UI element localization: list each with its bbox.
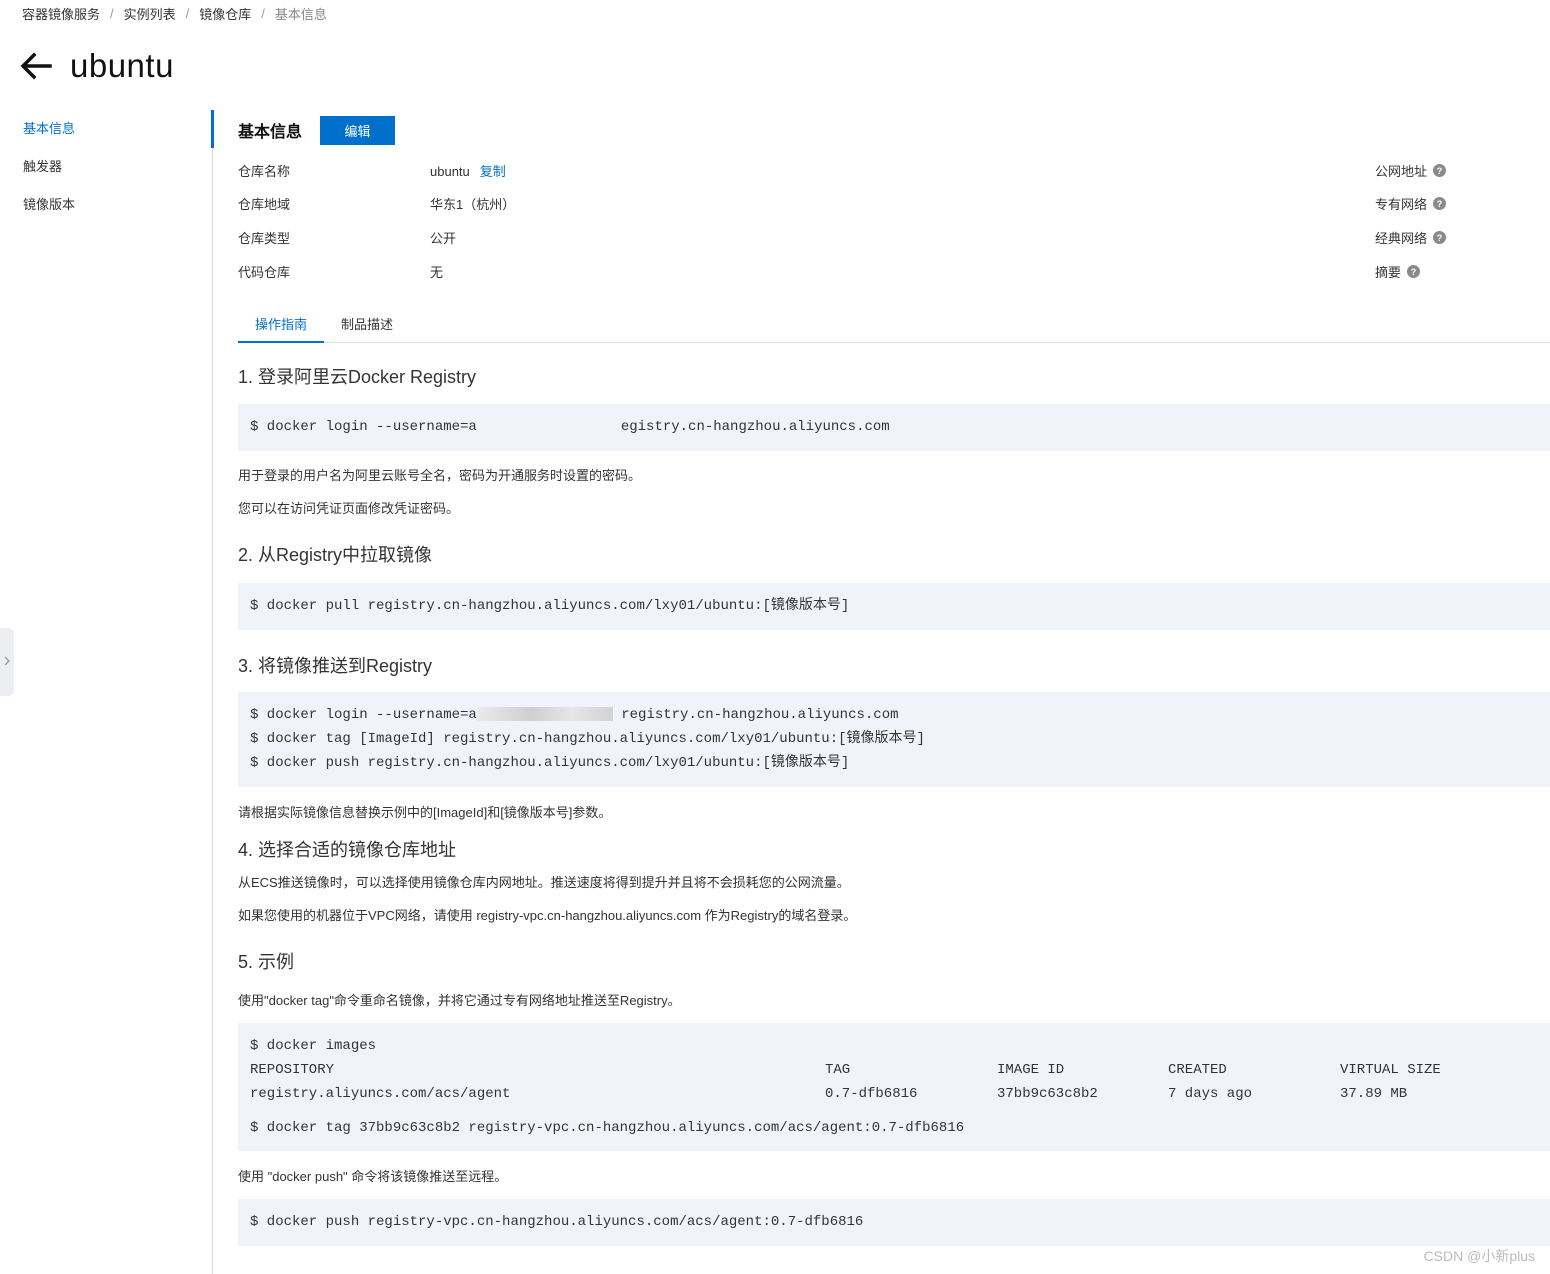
code-line: $ docker push registry.cn-hangzhou.aliyu… (250, 755, 850, 771)
table-cell: 37.89 MB (1340, 1086, 1408, 1102)
field-label: 仓库名称 (238, 164, 291, 179)
tab-operation-guide[interactable]: 操作指南 (238, 314, 324, 343)
table-cell: registry.aliyuncs.com/acs/agent (250, 1086, 511, 1102)
code-line: $ docker tag [ImageId] registry.cn-hangz… (250, 731, 925, 747)
paragraph: 使用"docker tag"命令重命名镜像，并将它通过专有网络地址推送至Regi… (238, 993, 681, 1008)
breadcrumb-item[interactable]: 镜像仓库 (199, 4, 251, 23)
redacted-blur (476, 707, 613, 722)
paragraph: 从ECS推送镜像时，可以选择使用镜像仓库内网地址。推送速度将得到提升并且将不会损… (238, 875, 850, 890)
column-header: VIRTUAL SIZE (1340, 1062, 1441, 1078)
sidebar-collapse-toggle[interactable] (0, 628, 14, 696)
table-cell: 7 days ago (1168, 1086, 1253, 1102)
code-text: $ docker login --username=a (250, 419, 477, 435)
page-header: ubuntu (20, 46, 174, 86)
vpc-label: 专有网络? (1375, 194, 1447, 213)
right-label-text: 专有网络 (1375, 197, 1428, 212)
breadcrumb-separator: / (261, 6, 265, 21)
field-label: 代码仓库 (238, 265, 291, 280)
breadcrumb-separator: / (185, 6, 190, 21)
breadcrumb-separator: / (110, 6, 114, 21)
right-label-text: 摘要 (1375, 265, 1402, 280)
code-line: $ docker login --username=a registry.cn-… (250, 703, 1538, 727)
paragraph: 使用 "docker push" 命令将该镜像推送至远程。 (238, 1169, 508, 1184)
right-label-text: 经典网络 (1375, 231, 1428, 246)
watermark: CSDN @小新plus (1423, 1248, 1535, 1264)
main-content: 基本信息 编辑 仓库名称 ubuntu 复制 公网地址? 仓库地域 华东1（杭州）… (238, 110, 1550, 343)
sidebar-item-image-versions[interactable]: 镜像版本 (0, 186, 213, 224)
breadcrumb-current: 基本信息 (274, 7, 327, 22)
sidebar-divider (212, 110, 213, 1274)
breadcrumb: 容器镜像服务 / 实例列表 / 镜像仓库 / 基本信息 (22, 4, 327, 23)
digest-label: 摘要? (1375, 262, 1421, 281)
step-heading: 1. 登录阿里云Docker Registry (238, 367, 477, 387)
classic-network-label: 经典网络? (1375, 228, 1447, 247)
basic-info-header: 基本信息 编辑 (238, 110, 1550, 150)
column-header: CREATED (1168, 1062, 1227, 1078)
sidebar-active-indicator (211, 110, 214, 148)
help-icon[interactable]: ? (1407, 265, 1421, 278)
code-block[interactable]: $ docker login --username=a registry.cn-… (238, 692, 1550, 787)
field-value: 公开 (430, 231, 457, 246)
table-row: registry.aliyuncs.com/acs/agent 0.7-dfb6… (250, 1082, 1538, 1106)
paragraph: 用于登录的用户名为阿里云账号全名，密码为开通服务时设置的密码。 (238, 468, 642, 483)
table-cell: 0.7-dfb6816 (825, 1086, 918, 1102)
code-text: $ docker login --username=a (250, 707, 477, 723)
field-label: 仓库类型 (238, 231, 291, 246)
basic-info-fields: 仓库名称 ubuntu 复制 公网地址? 仓库地域 华东1（杭州） 专有网络? 仓… (238, 150, 1550, 290)
section-title: 基本信息 (238, 124, 303, 141)
tab-product-description[interactable]: 制品描述 (324, 314, 410, 341)
paragraph: 请根据实际镜像信息替换示例中的[ImageId]和[镜像版本号]参数。 (238, 805, 612, 820)
field-value: ubuntu 复制 (430, 161, 506, 180)
step-heading: 5. 示例 (238, 952, 295, 972)
step-heading: 4. 选择合适的镜像仓库地址 (238, 840, 457, 860)
side-nav: 基本信息 触发器 镜像版本 (0, 110, 213, 224)
public-address-label: 公网地址? (1375, 161, 1447, 180)
tab-bar: 操作指南 制品描述 (238, 314, 1550, 343)
breadcrumb-item[interactable]: 实例列表 (124, 4, 176, 23)
code-line: $ docker login --username=a egistry.cn-ha… (250, 415, 1538, 439)
code-line: $ docker images (250, 1038, 377, 1054)
code-line: $ docker pull registry.cn-hangzhou.aliyu… (250, 598, 850, 614)
table-header-row: REPOSITORY TAG IMAGE ID CREATED VIRTUAL … (250, 1058, 1538, 1082)
step-heading: 3. 将镜像推送到Registry (238, 656, 433, 676)
repo-name-value: ubuntu (430, 164, 470, 179)
code-block[interactable]: $ docker images REPOSITORY TAG IMAGE ID … (238, 1023, 1550, 1151)
sidebar-item-basic-info[interactable]: 基本信息 (0, 110, 213, 148)
code-block[interactable]: $ docker push registry-vpc.cn-hangzhou.a… (238, 1199, 1550, 1246)
code-text: registry.cn-hangzhou.aliyuncs.com (621, 707, 899, 723)
code-block[interactable]: $ docker login --username=a egistry.cn-ha… (238, 404, 1550, 451)
help-icon[interactable]: ? (1433, 231, 1447, 244)
chevron-right-icon (3, 655, 11, 670)
table-cell: 37bb9c63c8b2 (997, 1086, 1098, 1102)
help-icon[interactable]: ? (1433, 164, 1447, 177)
column-header: IMAGE ID (997, 1062, 1065, 1078)
code-line: $ docker tag 37bb9c63c8b2 registry-vpc.c… (250, 1120, 965, 1136)
code-block[interactable]: $ docker pull registry.cn-hangzhou.aliyu… (238, 583, 1550, 630)
sidebar-item-triggers[interactable]: 触发器 (0, 148, 213, 186)
right-label-text: 公网地址 (1375, 164, 1428, 179)
paragraph: 您可以在访问凭证页面修改凭证密码。 (238, 501, 460, 516)
back-arrow-icon[interactable] (20, 46, 54, 86)
field-label: 仓库地域 (238, 197, 291, 212)
code-line: $ docker push registry-vpc.cn-hangzhou.a… (250, 1214, 864, 1230)
column-header: REPOSITORY (250, 1062, 335, 1078)
code-text: egistry.cn-hangzhou.aliyuncs.com (620, 419, 890, 435)
help-icon[interactable]: ? (1433, 197, 1447, 210)
breadcrumb-item[interactable]: 容器镜像服务 (22, 4, 100, 23)
page-title: ubuntu (70, 47, 174, 84)
operation-guide: 1. 登录阿里云Docker Registry $ docker login -… (238, 352, 1550, 1246)
field-value: 无 (430, 265, 444, 280)
column-header: TAG (825, 1062, 851, 1078)
field-value: 华东1（杭州） (430, 197, 516, 212)
paragraph: 如果您使用的机器位于VPC网络，请使用 registry-vpc.cn-hang… (238, 908, 857, 923)
copy-link[interactable]: 复制 (480, 164, 506, 179)
edit-button[interactable]: 编辑 (320, 115, 396, 145)
step-heading: 2. 从Registry中拉取镜像 (238, 545, 433, 565)
